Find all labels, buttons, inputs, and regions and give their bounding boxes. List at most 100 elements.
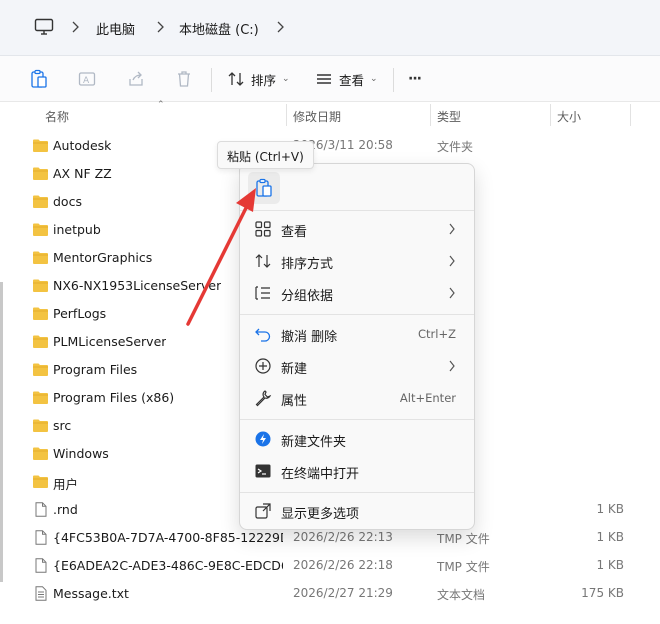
menu-item-new[interactable]: 新建 [244, 351, 470, 381]
file-date: 2026/2/26 22:18 [293, 558, 393, 572]
this-pc-icon[interactable] [34, 18, 54, 36]
sort-button[interactable]: 排序 ⌄ [227, 66, 290, 92]
file-name: PerfLogs [53, 306, 107, 321]
clipboard-icon [31, 69, 47, 88]
menu-item-undo-delete[interactable]: 撤消 删除 Ctrl+Z [244, 319, 470, 349]
view-label: 查看 [339, 72, 365, 88]
file-date: 2026/2/27 21:29 [293, 586, 393, 600]
folder-icon [33, 195, 48, 208]
menu-item-label: 撤消 删除 [281, 330, 338, 345]
rename-button[interactable]: A [78, 66, 96, 92]
sort-icon [228, 72, 244, 86]
folder-icon [33, 391, 48, 404]
file-icon [35, 530, 47, 545]
sort-label: 排序 [251, 72, 277, 88]
new-folder-app-icon [255, 431, 271, 447]
file-type: 文本文档 [437, 588, 486, 602]
file-name: .rnd [53, 502, 78, 517]
folder-icon [33, 447, 48, 460]
file-name: {4FC53B0A-7D7A-4700-8F85-12229D... [53, 530, 283, 545]
file-type: TMP 文件 [437, 560, 490, 574]
sort-icon [255, 254, 271, 268]
view-lines-icon [317, 74, 331, 84]
column-headers: ⌃ 名称 修改日期 类型 大小 [0, 100, 660, 128]
file-name: AX NF ZZ [53, 166, 112, 181]
column-divider[interactable] [430, 104, 431, 126]
menu-item-open-in-terminal[interactable]: 在终端中打开 [244, 456, 470, 486]
chevron-right-icon[interactable] [70, 20, 80, 34]
folder-icon [33, 223, 48, 236]
menu-item-label: 排序方式 [281, 257, 334, 272]
column-header-name[interactable]: 名称 [45, 108, 69, 125]
sort-ascending-icon: ⌃ [157, 100, 165, 110]
menu-item-properties[interactable]: 属性 Alt+Enter [244, 383, 470, 413]
svg-text:A: A [83, 76, 90, 86]
terminal-icon [255, 464, 271, 478]
chevron-right-icon[interactable] [275, 20, 285, 34]
file-type: TMP 文件 [437, 532, 490, 546]
clipboard-icon [256, 178, 272, 197]
file-name: docs [53, 194, 82, 209]
folder-row[interactable]: Autodesk 2026/3/11 20:58 文件夹 [0, 132, 660, 160]
grid-view-icon [255, 221, 271, 237]
more-options-button[interactable]: ··· [408, 66, 422, 92]
file-name: inetpub [53, 222, 101, 237]
menu-item-shortcut: Ctrl+Z [418, 327, 456, 341]
folder-icon [33, 167, 48, 180]
address-bar[interactable]: 此电脑 本地磁盘 (C:) [0, 0, 660, 56]
menu-paste-button[interactable] [248, 172, 280, 204]
file-row[interactable]: {E6ADEA2C-ADE3-486C-9E8C-EDCD6... 2026/2/… [0, 552, 660, 580]
file-size: 1 KB [596, 558, 624, 572]
delete-button[interactable] [175, 66, 193, 92]
new-plus-icon [255, 358, 271, 374]
chevron-right-icon[interactable] [155, 20, 165, 34]
text-file-icon [35, 586, 47, 601]
paste-button[interactable] [30, 66, 48, 92]
toolbar-divider [393, 68, 394, 92]
file-name: MentorGraphics [53, 250, 153, 265]
menu-item-sort-by[interactable]: 排序方式 [244, 246, 470, 276]
column-header-size[interactable]: 大小 [557, 108, 581, 125]
menu-item-group-by[interactable]: 分组依据 [244, 278, 470, 308]
file-name: Program Files (x86) [53, 390, 175, 405]
breadcrumb-local-disk[interactable]: 本地磁盘 (C:) [179, 19, 259, 38]
folder-icon [33, 335, 48, 348]
chevron-down-icon: ⌄ [370, 74, 378, 84]
context-menu: 查看 排序方式 分组依据 撤消 删除 Ctrl+Z 新建 属性 Alt+Ente… [239, 163, 475, 530]
column-divider[interactable] [630, 104, 631, 126]
file-date: 2026/2/26 22:13 [293, 530, 393, 544]
file-name: Windows [53, 446, 109, 461]
folder-icon [33, 475, 48, 488]
menu-item-label: 新建文件夹 [281, 435, 347, 450]
menu-item-label: 新建 [281, 362, 308, 377]
menu-divider [240, 492, 474, 493]
file-icon [35, 558, 47, 573]
menu-item-label: 在终端中打开 [281, 467, 360, 482]
column-divider[interactable] [286, 104, 287, 126]
breadcrumb-this-pc[interactable]: 此电脑 [96, 19, 135, 38]
chevron-right-icon [449, 360, 455, 372]
file-size: 1 KB [596, 502, 624, 516]
toolbar-divider [211, 68, 212, 92]
group-by-icon [255, 286, 270, 300]
menu-item-new-folder[interactable]: 新建文件夹 [244, 424, 470, 454]
file-row[interactable]: Message.txt 2026/2/27 21:29 文本文档 175 KB [0, 580, 660, 608]
folder-icon [33, 279, 48, 292]
folder-icon [33, 419, 48, 432]
folder-icon [33, 363, 48, 376]
column-divider[interactable] [550, 104, 551, 126]
file-name: Program Files [53, 362, 138, 377]
column-header-date[interactable]: 修改日期 [293, 108, 341, 125]
share-button[interactable] [127, 66, 145, 92]
menu-item-view[interactable]: 查看 [244, 214, 470, 244]
file-name: PLMLicenseServer [53, 334, 167, 349]
menu-item-label: 属性 [281, 394, 308, 409]
menu-item-show-more-options[interactable]: 显示更多选项 [244, 496, 470, 526]
wrench-icon [255, 390, 272, 407]
view-button[interactable]: 查看 ⌄ [315, 66, 378, 92]
menu-item-label: 查看 [281, 225, 308, 240]
file-name: Autodesk [53, 138, 112, 153]
column-header-type[interactable]: 类型 [437, 108, 461, 125]
file-name: 用户 [53, 477, 79, 492]
menu-item-shortcut: Alt+Enter [399, 391, 456, 405]
